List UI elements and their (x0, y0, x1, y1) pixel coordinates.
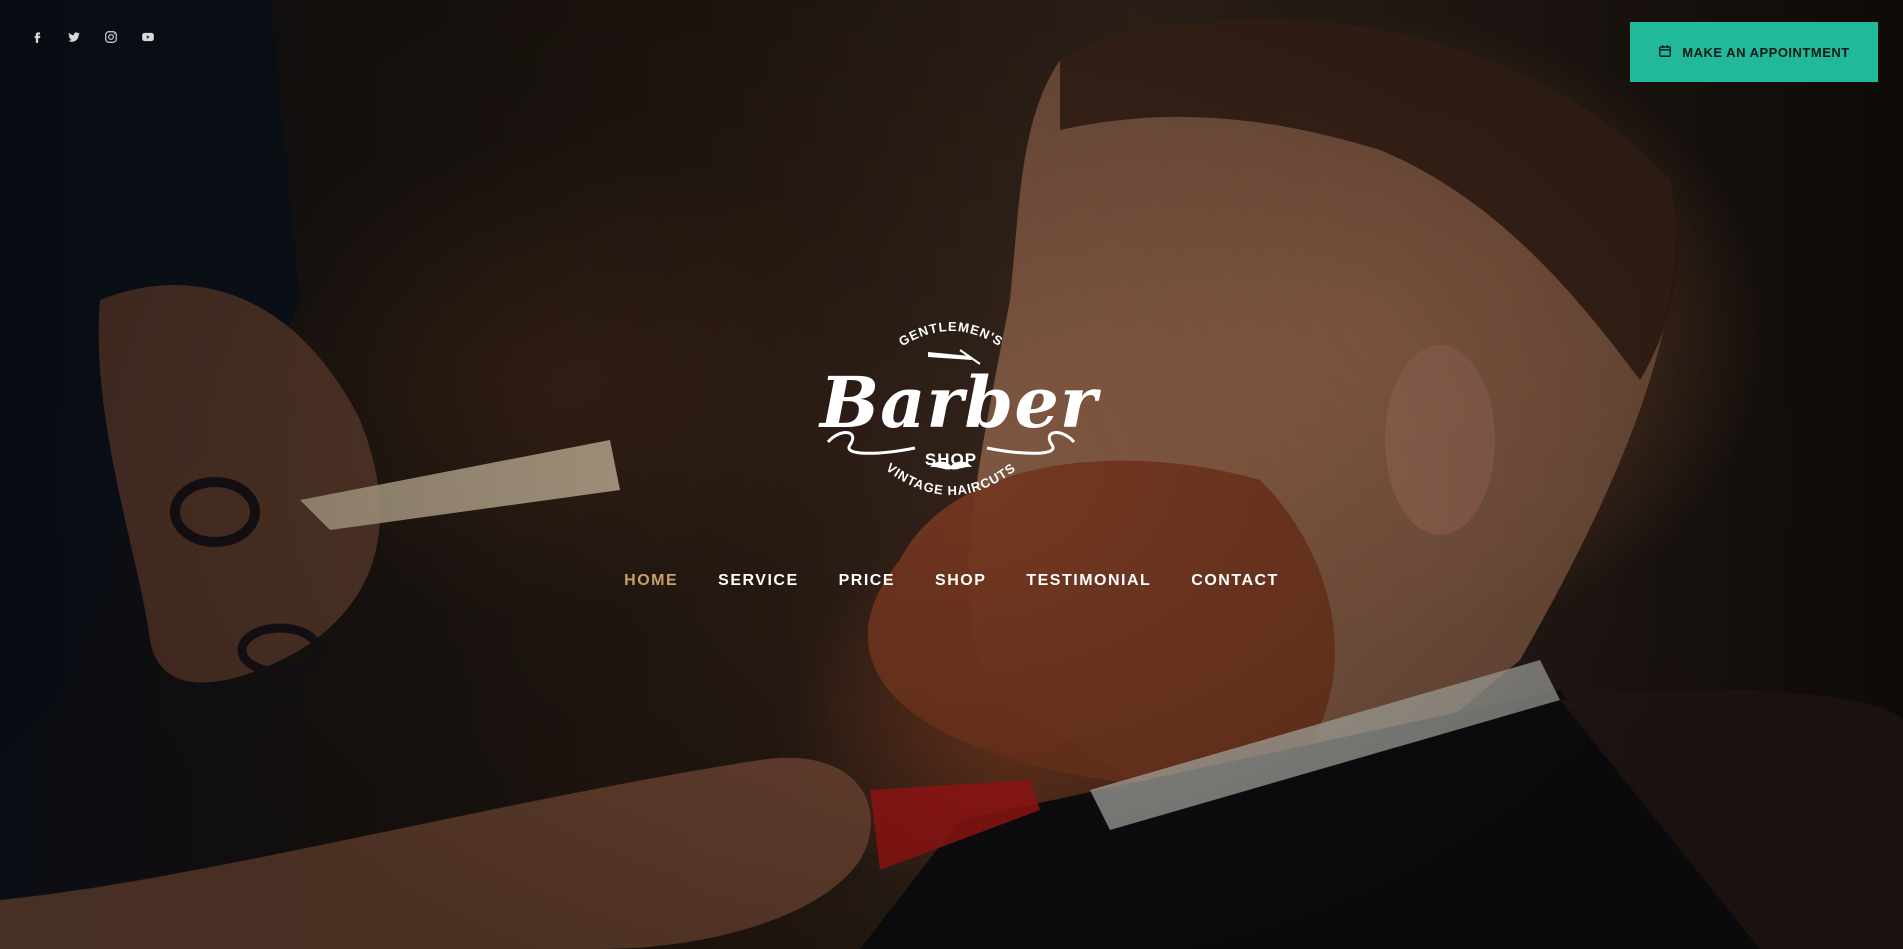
svg-text:GENTLEMEN'S: GENTLEMEN'S (896, 320, 1006, 349)
make-appointment-label: MAKE AN APPOINTMENT (1682, 44, 1850, 60)
make-appointment-button[interactable]: MAKE AN APPOINTMENT (1630, 22, 1878, 82)
twitter-icon[interactable] (65, 28, 83, 46)
nav-item-shop[interactable]: SHOP (915, 568, 1006, 594)
nav-item-testimonial[interactable]: TESTIMONIAL (1006, 568, 1171, 594)
instagram-icon[interactable] (102, 28, 120, 46)
social-links (28, 28, 157, 46)
barber-shop-logo[interactable]: GENTLEMEN'S VINTAGE HAIRCUTS Barber SHOP (820, 320, 1098, 515)
logo-top-arc-text: GENTLEMEN'S (896, 320, 1005, 349)
nav-item-price[interactable]: PRICE (819, 568, 915, 594)
nav-item-contact[interactable]: CONTACT (1171, 568, 1299, 594)
hero-section: MAKE AN APPOINTMENT GENTLEMEN'S VINTAGE … (0, 0, 1903, 949)
facebook-icon[interactable] (28, 28, 46, 46)
logo-script-text: Barber (820, 361, 1098, 444)
youtube-icon[interactable] (139, 28, 157, 46)
main-navigation: HOME SERVICE PRICE SHOP TESTIMONIAL CONT… (0, 568, 1903, 594)
calendar-icon (1658, 43, 1672, 62)
nav-item-service[interactable]: SERVICE (698, 568, 818, 594)
nav-item-home[interactable]: HOME (604, 568, 698, 594)
logo-shop-text: SHOP (924, 450, 978, 469)
